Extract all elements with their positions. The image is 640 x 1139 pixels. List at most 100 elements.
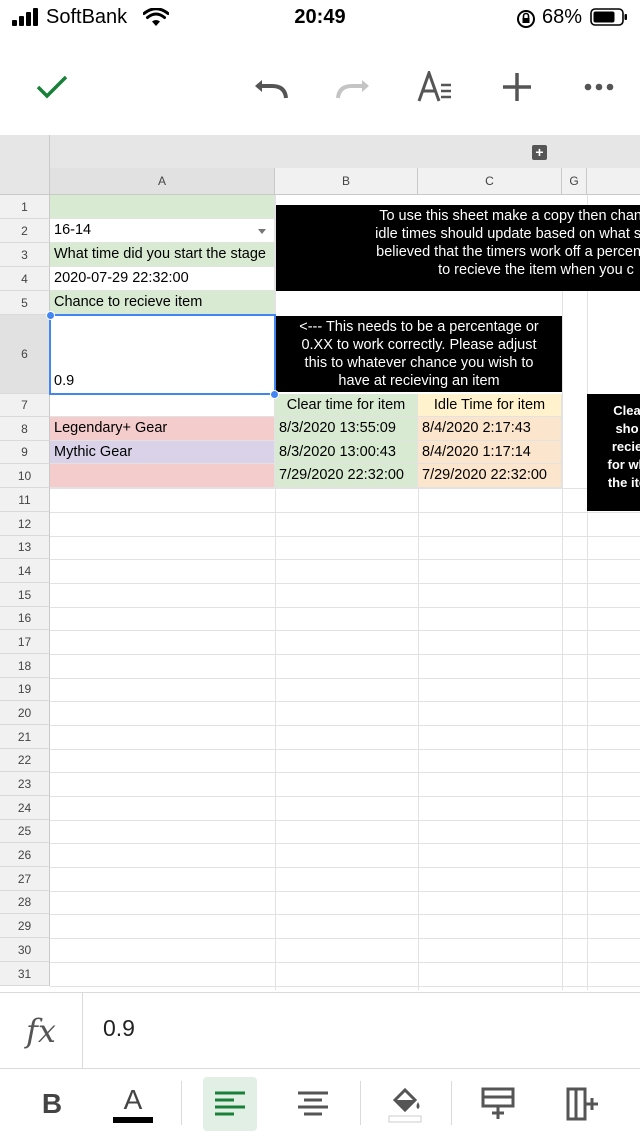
note-line: recie <box>611 439 640 454</box>
cell-a1[interactable] <box>50 195 275 219</box>
row-header-11[interactable]: 11 <box>0 488 50 512</box>
gridline <box>50 607 640 608</box>
row-header-13[interactable]: 13 <box>0 536 50 559</box>
select-all-corner[interactable] <box>0 135 50 195</box>
cell-c9[interactable]: 8/4/2020 1:17:14 <box>418 441 562 464</box>
undo-icon <box>255 80 288 99</box>
row-header-29[interactable]: 29 <box>0 914 50 938</box>
note-line: To use this sheet make a copy then chang… <box>379 208 640 224</box>
row-header-15[interactable]: 15 <box>0 583 50 607</box>
row-header-7[interactable]: 7 <box>0 394 50 417</box>
cell-a8[interactable]: Legendary+ Gear <box>50 417 275 441</box>
battery-percentage: 68% <box>542 6 583 28</box>
undo-button[interactable] <box>246 64 296 110</box>
cell-a7[interactable] <box>50 394 275 417</box>
row-header-18[interactable]: 18 <box>0 654 50 678</box>
cell-a2-dropdown[interactable]: 16-14 <box>50 219 275 243</box>
row-header-21[interactable]: 21 <box>0 725 50 749</box>
gridline <box>50 796 640 797</box>
row-header-20[interactable]: 20 <box>0 701 50 725</box>
cell-b9[interactable]: 8/3/2020 13:00:43 <box>275 441 418 464</box>
note-line: for wh <box>607 457 640 472</box>
align-center-button[interactable] <box>286 1077 340 1131</box>
more-options-button[interactable] <box>574 64 624 110</box>
cell-c10[interactable]: 7/29/2020 22:32:00 <box>418 464 562 488</box>
row-header-28[interactable]: 28 <box>0 891 50 914</box>
insert-column-button[interactable] <box>556 1077 610 1131</box>
row-header-6[interactable]: 6 <box>0 315 50 394</box>
clear-time-note[interactable]: Clea sho recie for wh the ite <box>587 394 640 511</box>
check-icon <box>36 75 68 99</box>
row-header-8[interactable]: 8 <box>0 417 50 441</box>
align-left-button[interactable] <box>203 1077 257 1131</box>
row-header-31[interactable]: 31 <box>0 962 50 986</box>
column-header-a[interactable]: A <box>50 168 275 195</box>
insert-button[interactable] <box>492 64 542 110</box>
row-header-22[interactable]: 22 <box>0 749 50 772</box>
instructions-note[interactable]: To use this sheet make a copy then chang… <box>276 205 640 291</box>
row-header-25[interactable]: 25 <box>0 820 50 843</box>
bold-button[interactable]: B <box>25 1077 79 1131</box>
row-header-4[interactable]: 4 <box>0 267 50 291</box>
column-header-g[interactable]: G <box>562 168 587 195</box>
column-group-bar: + <box>50 135 640 168</box>
cell-b7[interactable]: Clear time for item <box>275 394 418 417</box>
dropdown-arrow-icon[interactable] <box>258 229 266 234</box>
gridline <box>587 195 588 990</box>
insert-plus-icon <box>503 73 531 101</box>
row-header-26[interactable]: 26 <box>0 843 50 867</box>
orientation-lock-icon <box>517 10 535 28</box>
fx-icon: fx <box>0 993 83 1069</box>
text-format-button[interactable] <box>410 64 460 110</box>
row-header-12[interactable]: 12 <box>0 512 50 536</box>
row-header-23[interactable]: 23 <box>0 772 50 796</box>
cell-b8[interactable]: 8/3/2020 13:55:09 <box>275 417 418 441</box>
cell-c8[interactable]: 8/4/2020 2:17:43 <box>418 417 562 441</box>
cell-b10[interactable]: 7/29/2020 22:32:00 <box>275 464 418 488</box>
row-header-27[interactable]: 27 <box>0 867 50 891</box>
cell-a4[interactable]: 2020-07-29 22:32:00 <box>50 267 275 291</box>
text-color-button[interactable]: A <box>106 1077 160 1131</box>
edit-toolbar <box>0 48 640 124</box>
row-header-24[interactable]: 24 <box>0 796 50 820</box>
column-header-c[interactable]: C <box>418 168 562 195</box>
cell-a10[interactable] <box>50 464 275 488</box>
row-header-16[interactable]: 16 <box>0 607 50 630</box>
cell-a5[interactable]: Chance to recieve item <box>50 291 275 315</box>
selection-handle-top[interactable] <box>46 311 55 320</box>
spreadsheet-grid[interactable]: + A B C G 1 2 3 4 5 6 7 8 9 10 11 12 13 … <box>0 135 640 990</box>
expand-group-icon[interactable]: + <box>532 145 547 160</box>
row-header-14[interactable]: 14 <box>0 559 50 583</box>
cell-c7[interactable]: Idle Time for item <box>418 394 562 417</box>
note-line: the ite <box>607 475 640 490</box>
redo-button[interactable] <box>328 64 378 110</box>
gridline <box>50 488 640 489</box>
redo-icon <box>336 80 369 99</box>
row-header-10[interactable]: 10 <box>0 464 50 488</box>
note-line: idle times should update based on what s… <box>375 226 640 242</box>
formula-input[interactable]: 0.9 <box>103 1015 135 1042</box>
row-header-2[interactable]: 2 <box>0 219 50 243</box>
gridline <box>50 654 640 655</box>
column-header-b[interactable]: B <box>275 168 418 195</box>
percentage-note[interactable]: <--- This needs to be a percentage or 0.… <box>276 316 562 392</box>
insert-row-button[interactable] <box>471 1077 525 1131</box>
row-header-5[interactable]: 5 <box>0 291 50 315</box>
selection-handle-bottom[interactable] <box>270 390 279 399</box>
fill-color-button[interactable] <box>378 1077 432 1131</box>
note-line: have at recieving an item <box>338 373 500 389</box>
row-header-9[interactable]: 9 <box>0 441 50 464</box>
row-header-17[interactable]: 17 <box>0 630 50 654</box>
gridline <box>50 962 640 963</box>
row-header-3[interactable]: 3 <box>0 243 50 267</box>
column-header-next[interactable] <box>587 168 640 195</box>
gridline <box>50 583 640 584</box>
cell-a3[interactable]: What time did you start the stage <box>50 243 275 267</box>
done-button[interactable] <box>27 64 77 110</box>
divider <box>181 1081 182 1125</box>
cell-a9[interactable]: Mythic Gear <box>50 441 275 464</box>
formula-bar: fx 0.9 <box>0 992 640 1069</box>
row-header-30[interactable]: 30 <box>0 938 50 962</box>
row-header-1[interactable]: 1 <box>0 195 50 219</box>
row-header-19[interactable]: 19 <box>0 678 50 701</box>
